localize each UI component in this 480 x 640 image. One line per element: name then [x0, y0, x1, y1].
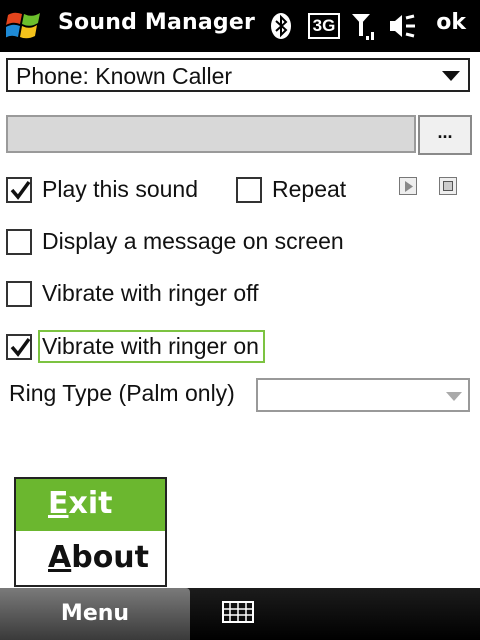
ok-button[interactable]: ok [436, 10, 466, 35]
network-3g-icon: 3G [308, 13, 340, 39]
display-message-label: Display a message on screen [42, 228, 344, 254]
repeat-label: Repeat [272, 176, 347, 202]
play-icon [405, 181, 413, 192]
menu-softkey[interactable]: Menu [0, 588, 190, 640]
popup-menu: Exit About [14, 477, 167, 587]
vibrate-off-checkbox[interactable] [6, 280, 32, 307]
exit-accelerator: E [48, 486, 69, 521]
bluetooth-icon [271, 13, 291, 39]
menu-item-exit[interactable]: Exit [16, 479, 165, 531]
app-title: Sound Manager [58, 10, 256, 35]
browse-button[interactable]: ... [418, 115, 472, 155]
sound-file-field[interactable] [6, 115, 416, 153]
exit-label: xit [68, 486, 113, 521]
stop-preview-button[interactable] [439, 177, 457, 195]
ring-type-dropdown[interactable] [256, 378, 470, 412]
vibrate-off-checkbox-row[interactable]: Vibrate with ringer off [6, 280, 259, 307]
about-label: bout [71, 540, 150, 575]
vibrate-off-label: Vibrate with ringer off [42, 280, 259, 306]
play-sound-checkbox-row[interactable]: Play this sound [6, 176, 198, 203]
menu-item-about[interactable]: About [16, 533, 165, 585]
stop-icon [443, 181, 453, 191]
keyboard-icon[interactable] [222, 601, 254, 623]
ring-type-label: Ring Type (Palm only) [9, 380, 235, 406]
checkmark-icon [10, 180, 31, 200]
play-sound-checkbox[interactable] [6, 176, 32, 203]
sound-event-dropdown[interactable]: Phone: Known Caller [6, 58, 470, 92]
vibrate-on-checkbox-row[interactable]: Vibrate with ringer on [6, 330, 265, 363]
repeat-checkbox-row[interactable]: Repeat [236, 176, 346, 203]
play-sound-label: Play this sound [42, 176, 198, 202]
title-bar: Sound Manager 3G ok [0, 0, 480, 52]
play-preview-button[interactable] [399, 177, 417, 195]
windows-start-icon[interactable] [6, 9, 42, 43]
sound-event-value: Phone: Known Caller [16, 63, 233, 89]
repeat-checkbox[interactable] [236, 176, 262, 203]
vibrate-on-label: Vibrate with ringer on [38, 330, 265, 363]
display-message-checkbox[interactable] [6, 228, 32, 255]
vibrate-on-checkbox[interactable] [6, 333, 32, 360]
dropdown-arrow-icon [446, 392, 462, 401]
signal-strength-icon [352, 14, 374, 40]
about-accelerator: A [48, 540, 72, 575]
speaker-muted-icon[interactable] [388, 12, 418, 40]
softkey-bar: Menu [0, 588, 480, 640]
dropdown-arrow-icon [442, 71, 460, 81]
display-message-checkbox-row[interactable]: Display a message on screen [6, 228, 344, 255]
checkmark-icon [10, 337, 31, 357]
